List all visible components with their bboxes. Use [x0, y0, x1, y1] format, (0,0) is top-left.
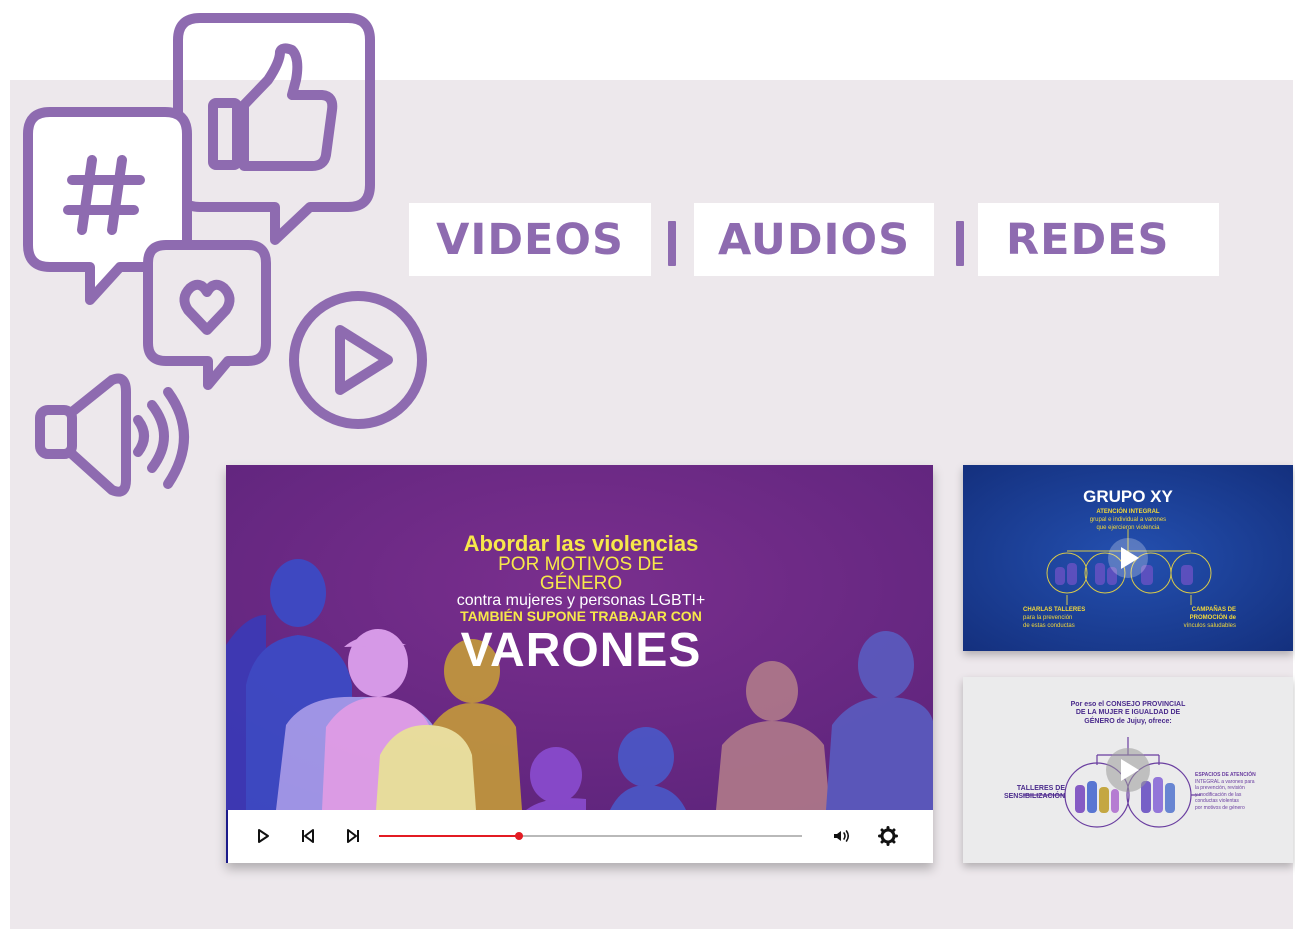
thumbnail-2-title-line: Por eso el CONSEJO PROVINCIAL [1070, 701, 1186, 708]
tab-separator [668, 221, 676, 266]
media-tabs: VIDEOS AUDIOS REDES [409, 203, 1219, 276]
volume-icon[interactable] [831, 826, 851, 846]
video-thumbnail-consejo[interactable]: Por eso el CONSEJO PROVINCIAL DE LA MUJE… [963, 677, 1293, 863]
thumbnail-2-right-line: ESPACIOS DE ATENCIÓN [1195, 772, 1256, 778]
thumbnail-1-sub-line: ATENCIÓN INTEGRAL [1096, 509, 1160, 515]
thumbnail-1-right-line: CAMPAÑAS DE [1191, 607, 1236, 613]
video-line-3: contra mujeres y personas LGBTI+ [456, 592, 706, 609]
thumbnail-1-subtitle: ATENCIÓN INTEGRAL grupal e individual a … [1053, 509, 1203, 532]
player-controls [226, 810, 933, 863]
video-line-1: Abordar las violencias [463, 531, 699, 556]
tab-audios[interactable]: AUDIOS [694, 203, 934, 276]
video-player[interactable]: Abordar las violencias POR MOTIVOS DE GÉ… [226, 465, 933, 863]
thumbnail-1-right-line: vínculos saludables [1183, 622, 1236, 629]
progress-knob[interactable] [514, 832, 523, 840]
video-line-4: TAMBIÉN SUPONE TRABAJAR CON [460, 608, 702, 624]
thumbnail-1-sub-line: que ejercieron violencia [1096, 524, 1160, 531]
heart-bubble-icon [143, 240, 271, 390]
thumbnail-2-left-note: TALLERES DE SENSIBILIZACIÓN [995, 785, 1065, 802]
skip-back-icon[interactable] [298, 826, 318, 846]
play-circle-icon [289, 291, 427, 429]
tab-videos-label: VIDEOS [436, 214, 624, 265]
thumbnail-2-left-line: SENSIBILIZACIÓN [1003, 793, 1065, 801]
thumbnail-1-title: GRUPO XY [1083, 487, 1173, 506]
video-headline: Abordar las violencias POR MOTIVOS DE GÉ… [456, 533, 706, 675]
thumbnail-2-title: Por eso el CONSEJO PROVINCIAL DE LA MUJE… [1058, 701, 1198, 726]
thumbnail-1-left-line: CHARLAS TALLERES [1023, 607, 1086, 613]
video-thumbnail-grupo-xy[interactable]: GRUPO XY ATENCIÓN INTEGRAL grupal e indi… [963, 465, 1293, 651]
progress-bar[interactable] [379, 832, 802, 840]
tab-videos[interactable]: VIDEOS [409, 203, 651, 276]
tab-separator [956, 221, 964, 266]
thumbnail-2-title-line: GÉNERO de Jujuy, ofrece: [1084, 717, 1172, 725]
thumbnail-1-left-line: de estas conductas [1023, 622, 1075, 629]
thumbnail-2-title-line: DE LA MUJER E IGUALDAD DE [1075, 709, 1181, 717]
thumbs-up-bubble-icon [173, 13, 375, 245]
play-icon[interactable] [253, 826, 273, 846]
social-icons-cluster [23, 13, 427, 497]
settings-icon[interactable] [878, 826, 898, 846]
thumbnail-2-right-line: por motivos de género [1195, 804, 1245, 811]
thumbnail-1-right-note: CAMPAÑAS DE PROMOCIÓN de vínculos saluda… [1161, 607, 1236, 630]
tab-redes-label: REDES [1006, 214, 1170, 265]
skip-forward-icon[interactable] [343, 826, 363, 846]
speaker-icon [35, 373, 189, 497]
video-frame[interactable]: Abordar las violencias POR MOTIVOS DE GÉ… [226, 465, 933, 810]
video-line-2: POR MOTIVOS DE GÉNERO [498, 554, 664, 594]
progress-fill [379, 835, 519, 837]
thumbnail-1-sub-line: grupal e individual a varones [1089, 516, 1167, 523]
thumbnail-1-left-line: para la prevención [1023, 614, 1073, 621]
tab-audios-label: AUDIOS [717, 214, 911, 265]
thumbnail-1-right-line: PROMOCIÓN de [1189, 614, 1236, 621]
tab-redes[interactable]: REDES [978, 203, 1219, 276]
thumbnail-2-right-note: ESPACIOS DE ATENCIÓN INTEGRAL a varones … [1195, 772, 1259, 811]
video-line-5: VARONES [460, 624, 702, 677]
thumbnail-1-left-note: CHARLAS TALLERES para la prevención de e… [1023, 607, 1103, 630]
